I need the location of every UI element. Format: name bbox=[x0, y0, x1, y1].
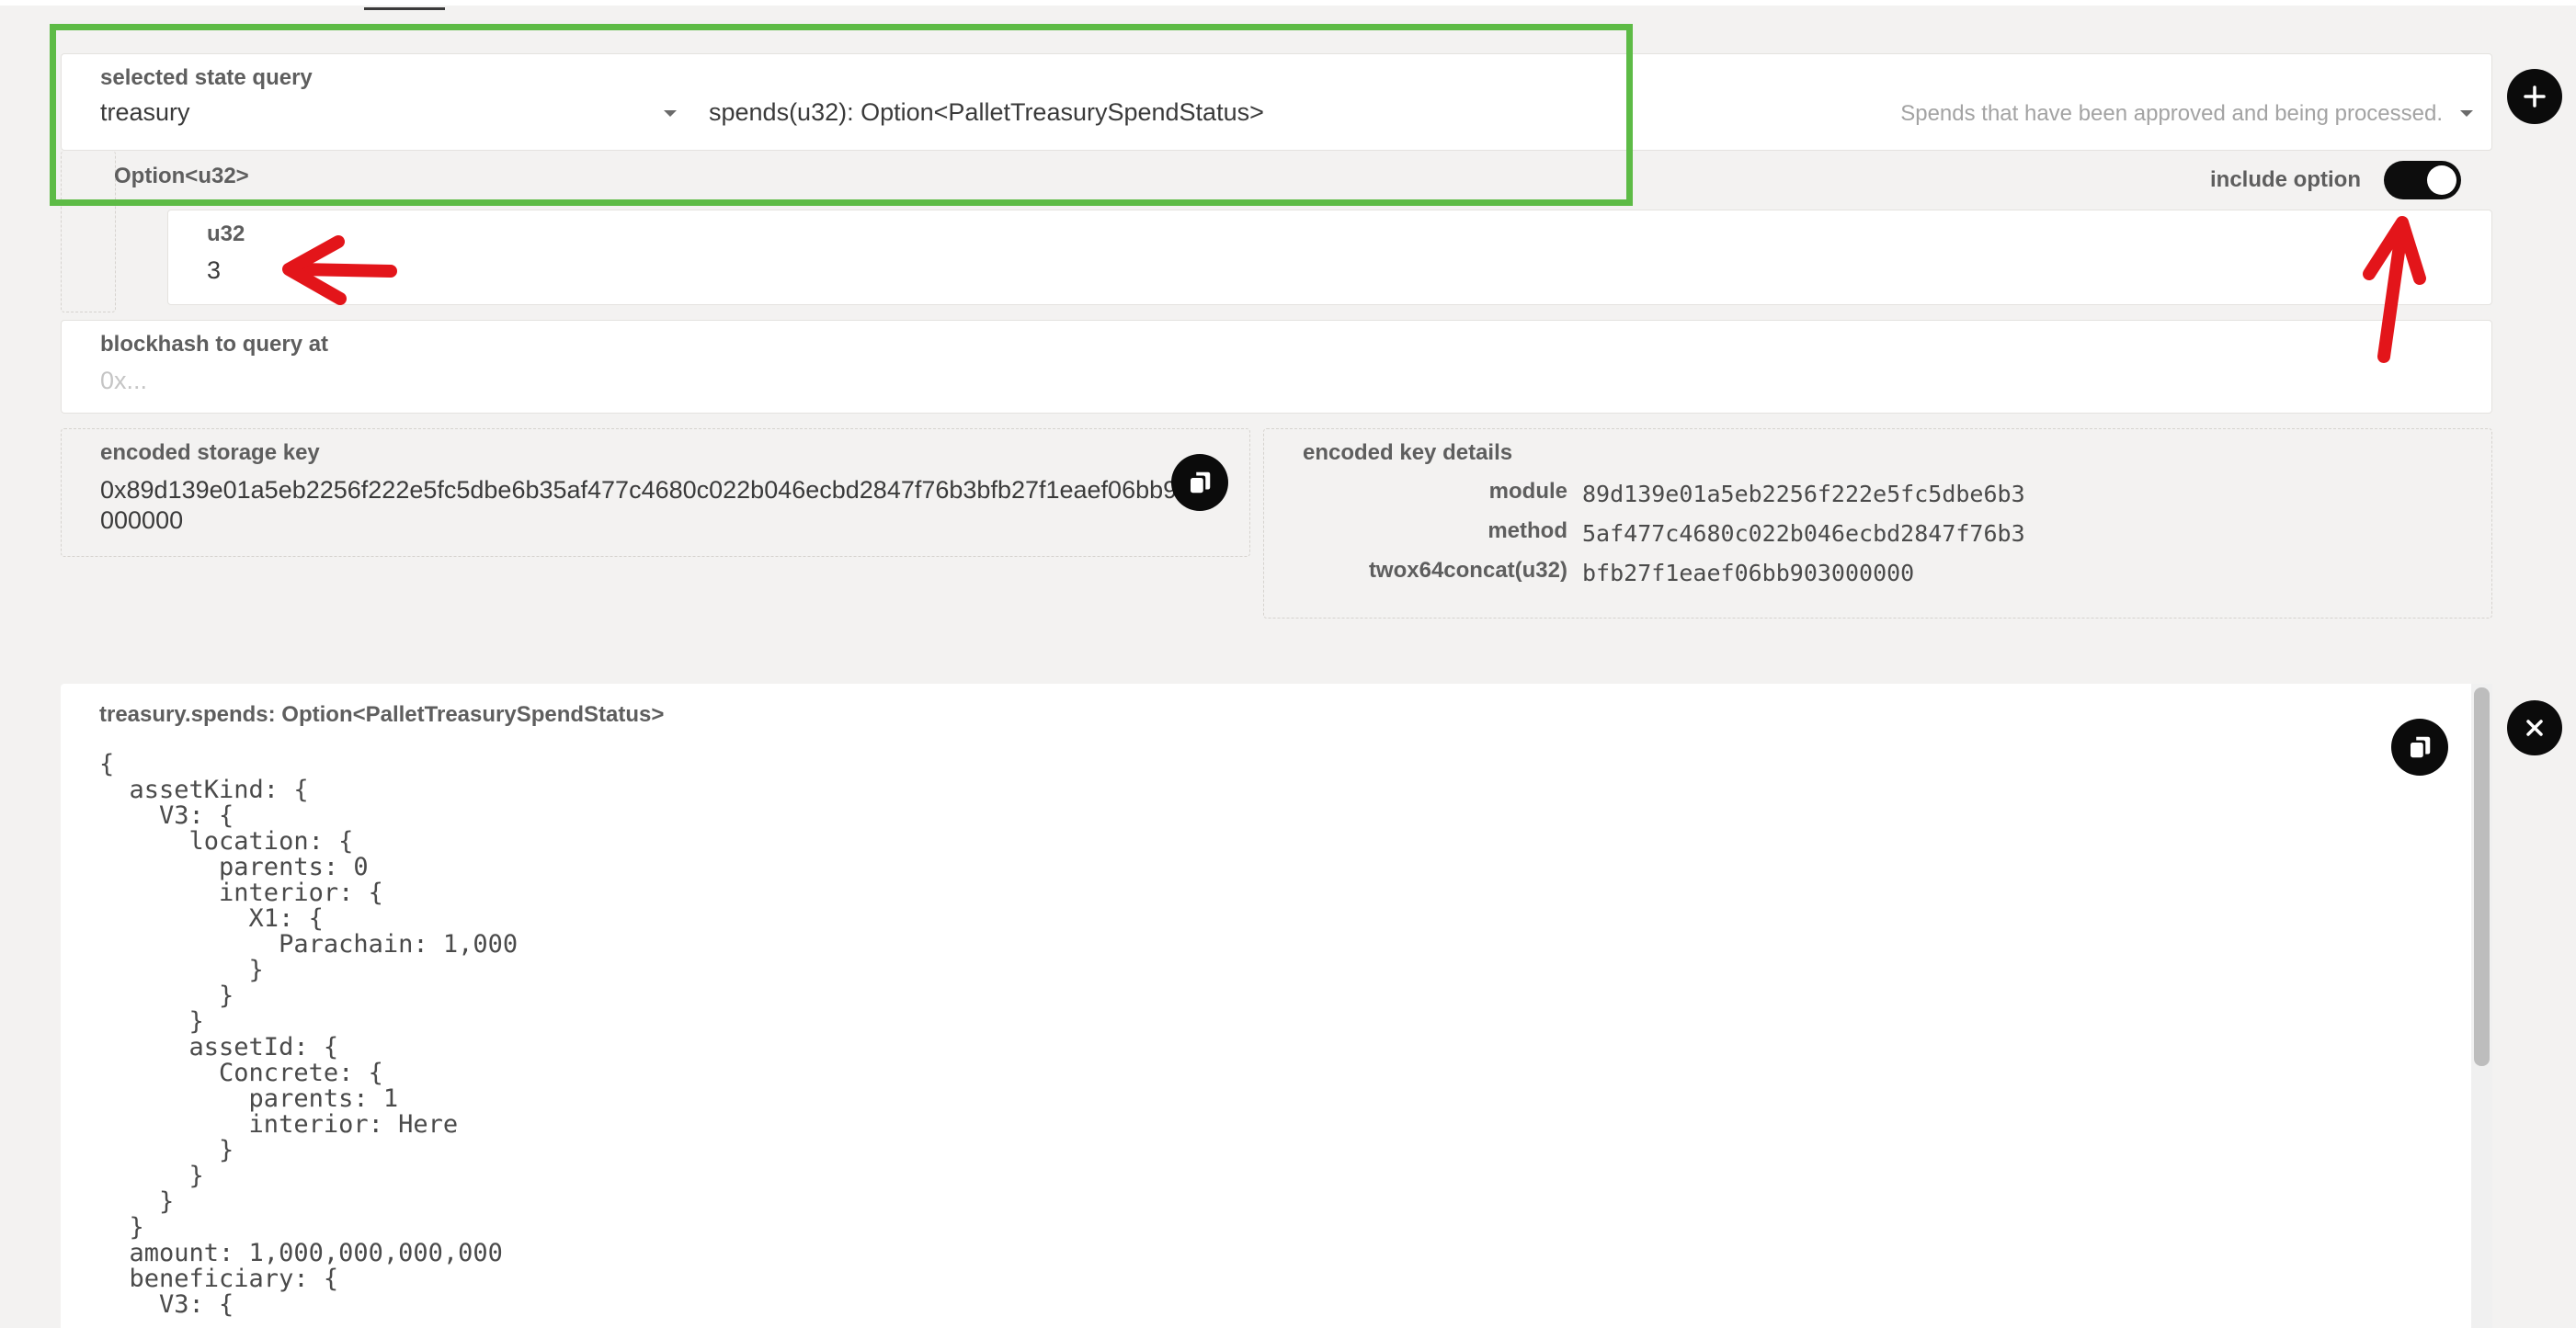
blockhash-input[interactable]: 0x... bbox=[100, 367, 147, 395]
toggle-knob bbox=[2427, 165, 2456, 195]
u32-value[interactable]: 3 bbox=[207, 256, 221, 285]
encoded-storage-key-panel: encoded storage key 0x89d139e01a5eb2256f… bbox=[61, 428, 1250, 557]
method-description: Spends that have been approved and being… bbox=[1900, 101, 2443, 126]
copy-storage-key-button[interactable] bbox=[1171, 454, 1228, 511]
u32-label: u32 bbox=[207, 221, 245, 246]
encoded-storage-key-label: encoded storage key bbox=[100, 440, 320, 465]
method-label: method bbox=[1487, 518, 1567, 543]
result-json: { assetKind: { V3: { location: { parents… bbox=[99, 750, 519, 1319]
encoded-key-details-label: encoded key details bbox=[1303, 440, 1513, 465]
u32-input-card[interactable]: u32 3 bbox=[167, 210, 2492, 305]
module-value: 89d139e01a5eb2256f222e5fc5dbe6b3 bbox=[1582, 481, 2025, 507]
blockhash-label: blockhash to query at bbox=[100, 332, 329, 357]
include-option-toggle[interactable] bbox=[2384, 161, 2461, 199]
add-query-button[interactable] bbox=[2507, 69, 2562, 124]
highlight-box bbox=[50, 24, 1633, 206]
result-scrollbar-thumb[interactable] bbox=[2474, 687, 2490, 1066]
hasher-label: twox64concat(u32) bbox=[1368, 558, 1567, 583]
plus-icon bbox=[2524, 85, 2546, 108]
close-icon bbox=[2526, 720, 2543, 736]
encoded-key-details-panel: encoded key details module 89d139e01a5eb… bbox=[1263, 428, 2492, 619]
active-tab-indicator bbox=[364, 0, 445, 10]
query-result-panel: treasury.spends: Option<PalletTreasurySp… bbox=[61, 684, 2492, 1328]
copy-icon bbox=[1191, 471, 1211, 494]
encoded-storage-key-value: 0x89d139e01a5eb2256f222e5fc5dbe6b35af477… bbox=[100, 476, 1205, 534]
copy-result-button[interactable] bbox=[2391, 719, 2448, 776]
hasher-value: bfb27f1eaef06bb903000000 bbox=[1582, 560, 1915, 586]
blockhash-input-card[interactable]: blockhash to query at 0x... bbox=[61, 320, 2492, 414]
chevron-down-icon bbox=[2460, 110, 2473, 117]
red-arrow-left-annotation bbox=[282, 235, 397, 305]
result-scrollbar[interactable] bbox=[2471, 684, 2492, 1328]
result-title: treasury.spends: Option<PalletTreasurySp… bbox=[99, 702, 665, 727]
module-label: module bbox=[1488, 479, 1567, 504]
include-option-label: include option bbox=[2210, 167, 2361, 192]
close-result-button[interactable] bbox=[2507, 700, 2562, 755]
method-value: 5af477c4680c022b046ecbd2847f76b3 bbox=[1582, 520, 2025, 547]
red-arrow-up-annotation bbox=[2363, 216, 2426, 363]
copy-icon bbox=[2411, 736, 2431, 758]
